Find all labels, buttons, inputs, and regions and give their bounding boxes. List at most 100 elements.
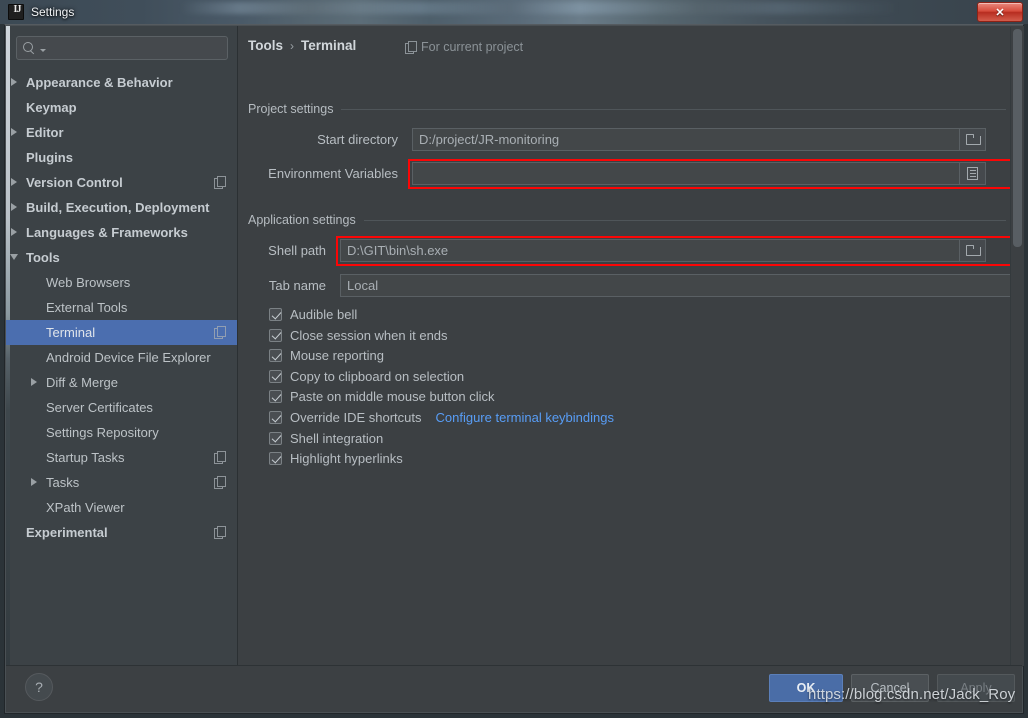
sidebar-item-label: Build, Execution, Deployment [26,200,210,215]
sidebar-item-label: XPath Viewer [46,500,125,515]
start-directory-browse-button[interactable] [960,128,986,151]
checkbox-close-session-when-it-ends[interactable] [269,328,282,342]
module-badge-icon [405,41,417,54]
checkbox-label-override-ide-shortcuts: Override IDE shortcuts [290,410,422,425]
sidebar-item-keymap[interactable]: Keymap [6,95,237,120]
breadcrumb-leaf: Terminal [301,38,357,53]
breadcrumb-separator-icon: › [290,38,294,53]
sidebar-item-label: Languages & Frameworks [26,225,188,240]
group-divider [363,219,1006,221]
ok-button[interactable]: OK [769,674,843,702]
apply-button[interactable]: Apply [937,674,1015,702]
content-scrollbar-thumb[interactable] [1013,29,1022,247]
checkbox-copy-to-clipboard-on-selection[interactable] [269,369,282,383]
settings-window: Settings Appearance & Behavior Keymap Edit… [0,0,1028,718]
sidebar-item-editor[interactable]: Editor [6,120,237,145]
checkbox-label-audible-bell: Audible bell [290,307,358,322]
checkbox-label-paste-on-middle-mouse-button-click: Paste on middle mouse button click [290,389,495,405]
sidebar-item-label: Editor [26,125,64,140]
sidebar-item-settings-repository[interactable]: Settings Repository [6,420,237,445]
chevron-down-icon[interactable] [10,252,21,263]
sidebar-item-android-device-file-explorer[interactable]: Android Device File Explorer [6,345,237,370]
intellij-idea-icon [8,4,25,20]
project-settings-group-title: Project settings [248,102,334,116]
start-directory-input[interactable]: D:/project/JR-monitoring [412,128,960,151]
sidebar-item-label: Terminal [46,325,96,340]
chevron-right-icon[interactable] [30,377,41,388]
window-title: Settings [31,5,75,19]
chevron-right-icon[interactable] [30,477,41,488]
checkbox-label-highlight-hyperlinks: Highlight hyperlinks [290,451,403,467]
shell-path-label: Shell path [268,243,326,258]
checkbox-shell-integration[interactable] [269,431,282,445]
checkbox-label-shell-integration: Shell integration [290,430,384,446]
sidebar-item-plugins[interactable]: Plugins [6,145,237,170]
sidebar-item-terminal[interactable]: Terminal [6,320,237,345]
checkbox-mouse-reporting[interactable] [269,349,282,363]
chevron-right-icon[interactable] [10,202,21,213]
shell-path-browse-button[interactable] [960,239,986,262]
folder-icon [965,245,981,256]
sidebar-item-label: Tools [26,250,60,265]
sidebar-item-web-browsers[interactable]: Web Browsers [6,270,237,295]
chevron-right-icon[interactable] [10,127,21,138]
module-badge-icon [214,176,226,189]
checkbox-label-close-session-when-it-ends: Close session when it ends [290,327,448,343]
sidebar-item-tools[interactable]: Tools [6,245,237,270]
checkbox-row-shell-integration: Shell integration [269,431,383,446]
chevron-right-icon[interactable] [10,227,21,238]
sidebar-item-label: Keymap [26,100,77,115]
chevron-right-icon[interactable] [10,177,21,188]
module-badge-icon [214,476,226,489]
application-settings-group-title: Application settings [248,213,356,227]
sidebar-item-appearance-behavior[interactable]: Appearance & Behavior [6,70,237,95]
tab-name-row: Tab name Local [248,274,1013,297]
content-scrollbar[interactable] [1010,27,1023,667]
environment-variables-browse-button[interactable] [960,162,986,185]
module-badge-icon [214,451,226,464]
sidebar-item-xpath-viewer[interactable]: XPath Viewer [6,495,237,520]
environment-variables-input[interactable] [412,162,960,185]
window-titlebar[interactable]: Settings [0,0,1028,24]
sidebar-item-label: Settings Repository [46,425,159,440]
dialog-footer: ? OK Cancel Apply [6,665,1022,712]
sidebar-item-label: Version Control [26,175,123,190]
module-badge-icon [214,526,226,539]
search-input[interactable] [16,36,228,60]
sidebar-item-label: Android Device File Explorer [46,350,211,365]
cancel-button[interactable]: Cancel [851,674,929,702]
sidebar-item-server-certificates[interactable]: Server Certificates [6,395,237,420]
checkbox-row-copy-to-clipboard-on-selection: Copy to clipboard on selection [269,369,464,384]
shell-path-input[interactable]: D:\GIT\bin\sh.exe [340,239,960,262]
checkbox-row-paste-on-middle-mouse-button-click: Paste on middle mouse button click [269,389,495,404]
checkbox-paste-on-middle-mouse-button-click[interactable] [269,390,282,404]
start-directory-row: Start directory D:/project/JR-monitoring [248,128,986,151]
checkbox-row-audible-bell: Audible bell [269,307,357,322]
start-directory-label: Start directory [317,132,398,147]
checkbox-row-close-session-when-it-ends: Close session when it ends [269,328,448,343]
sidebar-item-startup-tasks[interactable]: Startup Tasks [6,445,237,470]
project-settings-group-header: Project settings [248,102,1006,116]
checkbox-override-ide-shortcuts[interactable] [269,411,282,424]
sidebar-item-diff-merge[interactable]: Diff & Merge [6,370,237,395]
help-button[interactable]: ? [25,673,53,701]
breadcrumb-root[interactable]: Tools [248,38,283,53]
search-icon [23,41,37,55]
sidebar-item-external-tools[interactable]: External Tools [6,295,237,320]
checkbox-highlight-hyperlinks[interactable] [269,452,282,466]
checkbox-label-mouse-reporting: Mouse reporting [290,348,384,364]
sidebar-search-wrap [6,26,237,60]
chevron-right-icon[interactable] [10,77,21,88]
sidebar-item-label: Appearance & Behavior [26,75,173,90]
sidebar-item-label: Experimental [26,525,108,540]
close-icon[interactable] [977,2,1023,22]
sidebar-item-tasks[interactable]: Tasks [6,470,237,495]
tab-name-input[interactable]: Local [340,274,1013,297]
sidebar-item-experimental[interactable]: Experimental [6,520,237,545]
checkbox-audible-bell[interactable] [269,308,282,321]
configure-terminal-keybindings-link[interactable]: Configure terminal keybindings [436,410,614,425]
sidebar-item-build-execution-deployment[interactable]: Build, Execution, Deployment [6,195,237,220]
checkbox-row-override-ide-shortcuts: Override IDE shortcuts Configure terminal… [269,410,614,425]
sidebar-item-languages-frameworks[interactable]: Languages & Frameworks [6,220,237,245]
sidebar-item-version-control[interactable]: Version Control [6,170,237,195]
